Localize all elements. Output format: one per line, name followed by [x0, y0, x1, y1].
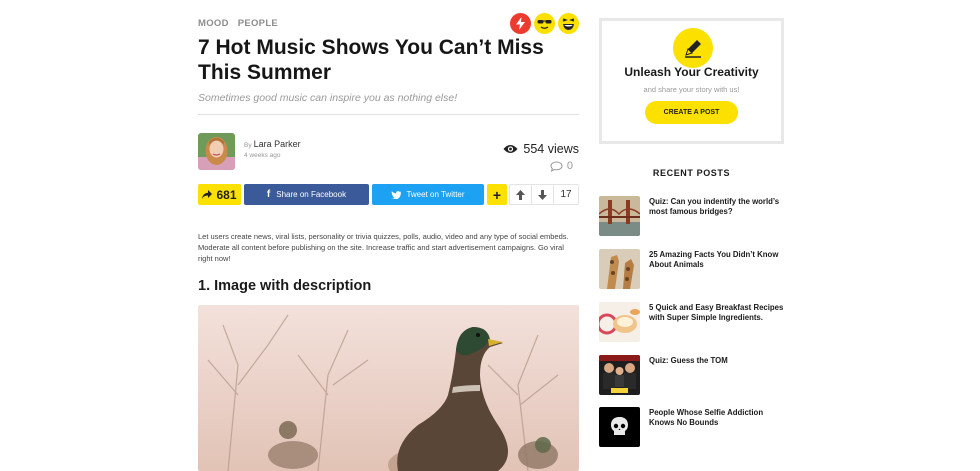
- category-link[interactable]: PEOPLE: [238, 18, 278, 29]
- vote-score: 17: [560, 189, 572, 200]
- recent-post-item[interactable]: 5 Quick and Easy Breakfast Recipes with …: [599, 302, 784, 342]
- promo-title: Unleash Your Creativity: [624, 65, 759, 79]
- article-title: 7 Hot Music Shows You Can’t Miss This Su…: [198, 36, 544, 84]
- lightning-icon[interactable]: [510, 13, 531, 34]
- view-count: 554 views: [503, 142, 579, 156]
- article-image: [198, 305, 579, 471]
- recent-post-item[interactable]: Quiz: Can you indentify the world’s most…: [599, 196, 784, 236]
- share-arrow-icon: [202, 190, 213, 199]
- post-title[interactable]: Quiz: Can you indentify the world’s most…: [649, 197, 784, 217]
- recent-posts-heading: RECENT POSTS: [652, 168, 731, 178]
- recent-post-item[interactable]: People Whose Selfie Addiction Knows No B…: [599, 407, 784, 447]
- eye-icon: [503, 145, 518, 153]
- author-by-label: By: [244, 142, 252, 149]
- author-avatar[interactable]: [198, 133, 235, 170]
- comment-count[interactable]: 0: [550, 160, 573, 172]
- more-share-button[interactable]: +: [487, 184, 507, 205]
- cool-face-icon[interactable]: [534, 13, 555, 34]
- arrow-down-icon: [538, 189, 547, 200]
- author-meta: By Lara Parker 4 weeks ago: [244, 139, 301, 159]
- share-count: 681: [216, 187, 237, 202]
- post-thumbnail[interactable]: [599, 355, 640, 395]
- share-twitter-label: Tweet on Twitter: [406, 190, 465, 199]
- downvote-button[interactable]: [532, 185, 554, 204]
- share-count-button[interactable]: 681: [198, 184, 241, 205]
- arrow-up-icon: [516, 189, 525, 200]
- category-list: MOOD PEOPLE: [198, 18, 284, 29]
- comments-count-label: 0: [566, 160, 573, 172]
- post-thumbnail[interactable]: [599, 407, 640, 447]
- post-thumbnail[interactable]: [599, 249, 640, 289]
- recent-post-item[interactable]: Quiz: Guess the TOM: [599, 355, 784, 395]
- post-title[interactable]: Quiz: Guess the TOM: [649, 356, 784, 366]
- share-facebook-label: Share on Facebook: [276, 190, 347, 199]
- post-title[interactable]: People Whose Selfie Addiction Knows No B…: [649, 408, 784, 428]
- article-subtitle: Sometimes good music can inspire you as …: [198, 92, 458, 104]
- post-date: 4 weeks ago: [244, 152, 281, 159]
- twitter-icon: [391, 190, 402, 199]
- vote-widget: 17: [509, 184, 579, 205]
- article-intro: Let users create news, viral lists, pers…: [198, 232, 569, 263]
- views-label: 554 views: [523, 142, 579, 156]
- share-bar: 681 f Share on Facebook Tweet on Twitter…: [198, 184, 579, 205]
- recent-post-item[interactable]: 25 Amazing Facts You Didn’t Know About A…: [599, 249, 784, 289]
- post-thumbnail[interactable]: [599, 196, 640, 236]
- facebook-icon: f: [266, 189, 271, 200]
- share-facebook-button[interactable]: f Share on Facebook: [244, 184, 369, 205]
- promo-subtitle: and share your story with us!: [643, 85, 740, 94]
- comment-icon: [550, 160, 563, 172]
- author-name[interactable]: Lara Parker: [254, 139, 301, 149]
- upvote-button[interactable]: [510, 185, 532, 204]
- divider: [198, 114, 579, 115]
- create-post-button[interactable]: CREATE A POST: [645, 101, 738, 124]
- category-link[interactable]: MOOD: [198, 18, 229, 29]
- laughing-face-icon[interactable]: [558, 13, 579, 34]
- post-thumbnail[interactable]: [599, 302, 640, 342]
- create-post-widget: Unleash Your Creativity and share your s…: [599, 18, 784, 144]
- reaction-badges: [510, 13, 579, 34]
- pencil-icon: [673, 28, 713, 68]
- post-title[interactable]: 5 Quick and Easy Breakfast Recipes with …: [649, 303, 784, 323]
- section-heading: 1. Image with description: [198, 278, 372, 294]
- share-twitter-button[interactable]: Tweet on Twitter: [372, 184, 484, 205]
- post-title[interactable]: 25 Amazing Facts You Didn’t Know About A…: [649, 250, 784, 270]
